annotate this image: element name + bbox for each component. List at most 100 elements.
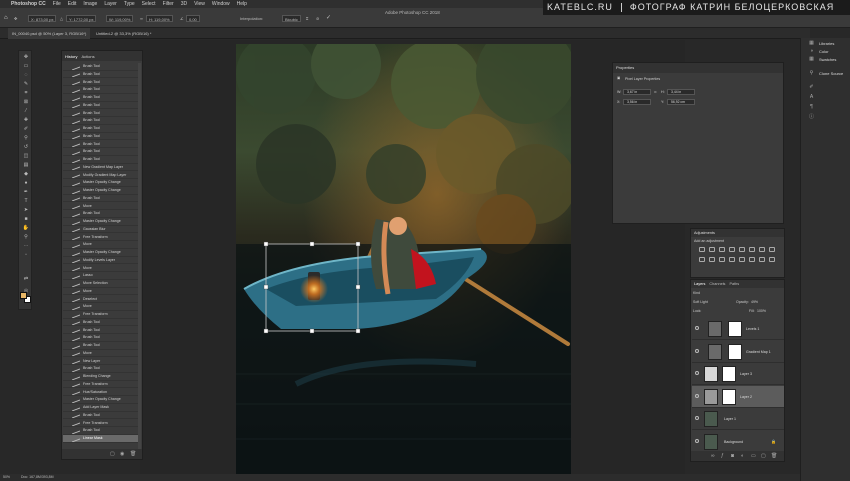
add-mask-icon[interactable]: ◙ <box>731 453 734 459</box>
history-state[interactable]: Move <box>63 303 139 311</box>
history-state[interactable]: Brush Tool <box>63 365 139 373</box>
threshold-icon[interactable] <box>749 257 755 262</box>
angle-field[interactable]: 0,00 <box>186 15 200 22</box>
layer-row[interactable]: Background 🔒 <box>692 431 784 453</box>
history-state[interactable]: Brush Tool <box>63 210 139 218</box>
clone-stamp-tool-icon[interactable]: ⚲ <box>22 136 30 141</box>
history-state[interactable]: Linear Mask <box>63 435 139 443</box>
kind-filter[interactable]: Kind <box>693 291 783 295</box>
history-state[interactable]: Brush Tool <box>63 117 139 125</box>
width-field[interactable]: W: 119,00% <box>106 15 134 22</box>
healing-tool-icon[interactable]: ✚ <box>22 118 30 123</box>
delete-layer-icon[interactable]: 🗑 <box>771 453 777 459</box>
document-canvas[interactable] <box>236 44 571 474</box>
history-state[interactable]: Free Transform <box>63 380 139 389</box>
frame-tool-icon[interactable]: ⊠ <box>22 100 30 105</box>
zoom-level[interactable]: 50% <box>3 475 10 479</box>
menu-window[interactable]: Window <box>212 0 230 8</box>
history-state[interactable]: Brush Tool <box>63 334 139 342</box>
layer-row[interactable]: Layer 1 <box>692 408 784 430</box>
cancel-icon[interactable]: ⊘ <box>316 15 319 22</box>
new-document-icon[interactable]: ▢ <box>110 451 115 457</box>
history-state[interactable]: Free Transform <box>63 233 139 242</box>
layer-row[interactable]: Layer 3 <box>692 363 784 385</box>
levels-icon[interactable] <box>709 247 715 252</box>
history-state[interactable]: Move <box>63 241 139 249</box>
brush-tool-icon[interactable]: ✐ <box>22 127 30 132</box>
history-state[interactable]: Brush Tool <box>63 101 139 110</box>
blend-mode-select[interactable]: Soft Light <box>693 300 708 304</box>
menu-file[interactable]: File <box>53 0 61 8</box>
history-state[interactable]: Brush Tool <box>63 427 139 435</box>
new-adjustment-icon[interactable]: ◐ <box>741 453 744 459</box>
new-group-icon[interactable]: ▭ <box>751 453 756 459</box>
history-state[interactable]: Brush Tool <box>63 70 139 79</box>
history-state[interactable]: Brush Tool <box>63 318 139 327</box>
opacity-value[interactable]: 49% <box>751 300 758 304</box>
hand-tool-icon[interactable]: ✋ <box>22 226 30 231</box>
history-state[interactable]: Brush Tool <box>63 326 139 335</box>
posterize-icon[interactable] <box>739 257 745 262</box>
menu-image[interactable]: Image <box>83 0 97 8</box>
link-layers-icon[interactable]: ∞ <box>711 453 715 459</box>
history-state[interactable]: Blending Change <box>63 373 139 381</box>
history-state[interactable]: Free Transform <box>63 311 139 319</box>
history-state[interactable]: Modify Levels Layer <box>63 256 139 265</box>
history-state[interactable]: Move <box>63 264 139 273</box>
doc-tab-untitled[interactable]: Untitled-2 @ 33,3% (RGB/16) * <box>92 28 155 39</box>
history-state[interactable]: New Layer <box>63 357 139 366</box>
history-state[interactable]: Brush Tool <box>63 125 139 133</box>
visibility-eye-icon[interactable] <box>695 348 699 353</box>
doc-size[interactable]: Doc: 167,8M/393,8M <box>21 475 54 479</box>
swap-colors-icon[interactable]: ⇄ <box>22 277 30 282</box>
photo-filter-icon[interactable] <box>699 257 705 262</box>
menu-edit[interactable]: Edit <box>68 0 77 8</box>
dock-clone-source[interactable]: Clone Source <box>819 71 843 76</box>
history-state[interactable]: Master Opacity Change <box>63 179 139 187</box>
history-state[interactable]: Brush Tool <box>63 156 139 164</box>
exposure-icon[interactable] <box>729 247 735 252</box>
tab-paths[interactable]: Paths <box>729 282 739 286</box>
x-field[interactable]: X: 873,00 px <box>28 15 57 22</box>
history-state[interactable]: Modify Gradient Map Layer <box>63 171 139 180</box>
y-field[interactable]: Y: 1772,00 px <box>66 15 97 22</box>
menu-filter[interactable]: Filter <box>163 0 174 8</box>
commit-check-icon[interactable]: ✓ <box>326 15 331 22</box>
color-lookup-icon[interactable] <box>719 257 725 262</box>
menu-3d[interactable]: 3D <box>181 0 187 8</box>
history-state[interactable]: Master Opacity Change <box>63 218 139 226</box>
history-state[interactable]: Brush Tool <box>63 86 139 94</box>
trash-icon[interactable]: 🗑 <box>130 451 136 457</box>
more-tools-icon[interactable]: ⋯ <box>22 244 30 249</box>
foreground-color-swatch[interactable] <box>20 292 27 299</box>
blur-tool-icon[interactable]: ◆ <box>22 172 30 177</box>
height-input[interactable]: 3,44 in <box>667 89 695 95</box>
marquee-tool-icon[interactable]: ▭ <box>22 64 30 69</box>
color-icon[interactable]: ◑ <box>808 48 815 55</box>
layer-row[interactable]: Levels 1 <box>692 318 784 340</box>
history-state[interactable]: Brush Tool <box>63 109 139 118</box>
pen-tool-icon[interactable]: ✒ <box>22 190 30 195</box>
tab-history[interactable]: History <box>65 54 77 59</box>
visibility-eye-icon[interactable] <box>695 393 699 398</box>
history-state[interactable]: Brush Tool <box>63 411 139 420</box>
warp-icon[interactable]: ⌗ <box>306 15 308 22</box>
edit-toolbar-icon[interactable]: ▫ <box>22 253 30 258</box>
new-layer-icon[interactable]: ▢ <box>761 453 766 459</box>
history-state[interactable]: Master Opacity Change <box>63 396 139 404</box>
character-icon[interactable]: A <box>808 94 815 101</box>
selective-color-icon[interactable] <box>759 257 765 262</box>
doc-tab-active[interactable]: IN_00040.psd @ 50% (Layer 3, RGB/16*) <box>8 28 91 39</box>
fill-value[interactable]: 100% <box>757 309 766 313</box>
height-field[interactable]: H: 119,00% <box>146 15 173 22</box>
history-state[interactable]: Hue/Saturation <box>63 388 139 397</box>
color-balance-icon[interactable] <box>759 247 765 252</box>
history-state[interactable]: New Gradient Map Layer <box>63 163 139 172</box>
home-icon[interactable]: ⌂ <box>4 15 8 22</box>
visibility-eye-icon[interactable] <box>695 371 699 375</box>
history-state[interactable]: Gaussian Blur <box>63 225 139 234</box>
libraries-icon[interactable]: ▦ <box>808 40 815 47</box>
layer-mask-thumbnail[interactable] <box>728 343 742 360</box>
layer-mask-thumbnail[interactable] <box>728 321 742 337</box>
dodge-tool-icon[interactable]: ● <box>22 181 30 186</box>
